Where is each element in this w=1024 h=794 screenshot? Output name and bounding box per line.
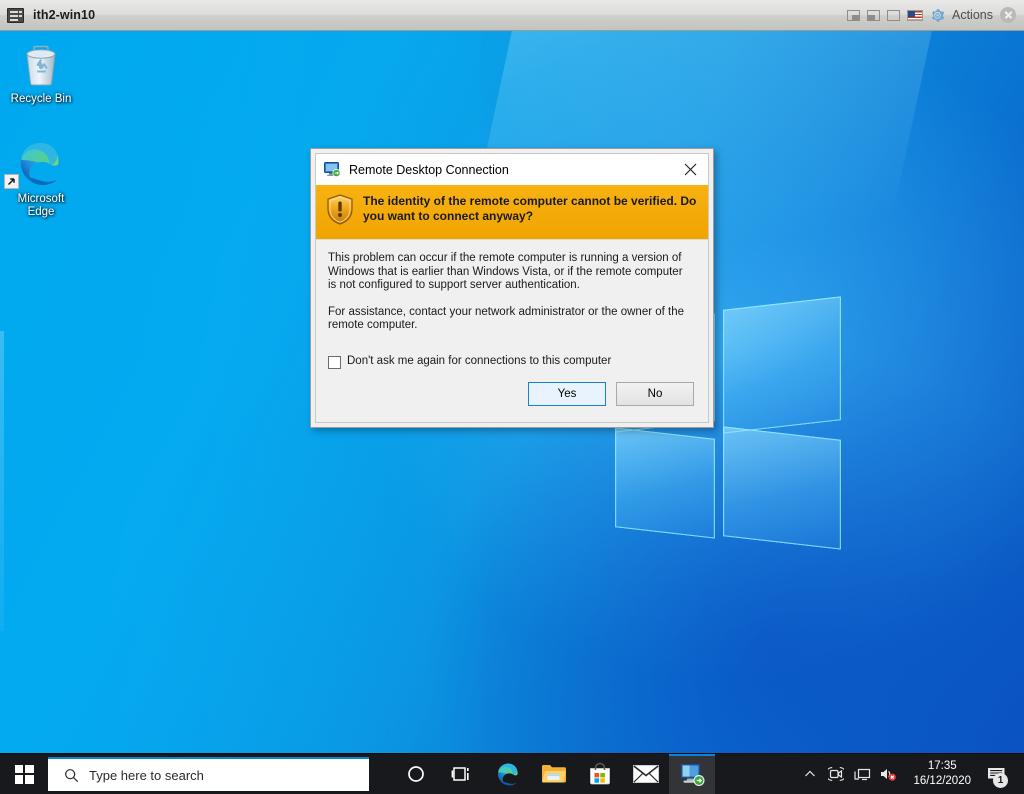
taskbar-button-task-view[interactable] xyxy=(439,754,485,794)
terminal-monitor-icon xyxy=(7,7,24,23)
file-explorer-icon xyxy=(542,765,566,783)
dialog-paragraph-1: This problem can occur if the remote com… xyxy=(328,252,683,291)
taskbar: Type here to search 17:35 16/12/2020 1 xyxy=(0,753,1024,794)
remote-desktop-connection-dialog: Remote Desktop Connection The identity o… xyxy=(310,148,714,428)
remote-desktop-icon xyxy=(324,162,341,177)
taskbar-button-mail[interactable] xyxy=(623,754,669,794)
remote-desktop-icon xyxy=(680,763,704,786)
network-monitor-icon[interactable] xyxy=(849,754,875,794)
chevron-up-icon[interactable] xyxy=(797,754,823,794)
dont-ask-again-checkbox[interactable] xyxy=(328,355,341,369)
dialog-paragraph-2: For assistance, contact your network adm… xyxy=(328,305,685,332)
desktop-icon-label: Recycle Bin xyxy=(10,93,72,105)
microsoft-store-icon xyxy=(590,762,610,785)
recycle-bin-icon xyxy=(2,39,80,89)
close-icon[interactable] xyxy=(1000,7,1016,23)
taskbar-button-microsoft-edge[interactable] xyxy=(485,754,531,794)
clock-date: 16/12/2020 xyxy=(913,775,971,787)
system-tray: 17:35 16/12/2020 1 xyxy=(797,754,1024,794)
desktop-icon-recycle-bin[interactable]: Recycle Bin xyxy=(2,39,80,106)
dont-ask-again-checkbox-row[interactable]: Don't ask me again for connections to th… xyxy=(328,355,694,369)
desktop-icon-label: Microsoft Edge xyxy=(2,193,80,219)
show-desktop-button[interactable] xyxy=(1011,754,1020,794)
dialog-button-row: Yes No xyxy=(528,382,694,406)
vm-titlebar-left: ith2-win10 xyxy=(0,7,96,23)
dialog-title-bar: Remote Desktop Connection xyxy=(316,154,708,185)
notification-count-badge: 1 xyxy=(993,772,1008,788)
vm-titlebar: ith2-win10 Actions xyxy=(0,0,1024,31)
vm-titlebar-right: Actions xyxy=(847,7,1024,23)
close-icon[interactable] xyxy=(674,155,706,184)
desktop-icon-label-line2: Edge xyxy=(27,206,55,218)
camera-icon[interactable] xyxy=(823,754,849,794)
desktop-icon-microsoft-edge[interactable]: Microsoft Edge xyxy=(2,139,80,219)
shortcut-arrow-icon xyxy=(4,174,19,189)
warning-banner: The identity of the remote computer cann… xyxy=(316,185,708,239)
search-input[interactable]: Type here to search xyxy=(48,757,369,791)
warning-shield-icon xyxy=(326,194,354,230)
taskbar-button-cortana[interactable] xyxy=(393,754,439,794)
taskbar-button-microsoft-store[interactable] xyxy=(577,754,623,794)
no-button[interactable]: No xyxy=(616,382,694,406)
restore-icon[interactable] xyxy=(867,9,880,21)
gear-icon[interactable] xyxy=(930,8,945,23)
task-view-icon xyxy=(451,767,469,781)
taskbar-button-remote-desktop-connection[interactable] xyxy=(669,753,715,794)
actions-menu-label[interactable]: Actions xyxy=(952,8,993,22)
us-flag-icon[interactable] xyxy=(907,9,923,21)
taskbar-clock[interactable]: 17:35 16/12/2020 xyxy=(901,754,981,794)
windows-logo-icon xyxy=(14,764,34,784)
action-center-button[interactable]: 1 xyxy=(981,754,1011,794)
minimize-icon[interactable] xyxy=(847,9,860,21)
microsoft-edge-icon xyxy=(2,139,80,189)
desktop-icon-label-line1: Microsoft xyxy=(17,193,65,205)
guest-screen: Recycle Bin Microsoft Edge Remote Deskto… xyxy=(0,31,1024,794)
virtual-machine-window: ith2-win10 Actions Recycle Bin Microsoft… xyxy=(0,0,1024,794)
microsoft-edge-icon xyxy=(497,763,518,785)
mail-icon xyxy=(633,765,659,783)
dialog-title: Remote Desktop Connection xyxy=(349,162,509,177)
dont-ask-again-label: Don't ask me again for connections to th… xyxy=(347,354,612,367)
yes-button[interactable]: Yes xyxy=(528,382,606,406)
start-button[interactable] xyxy=(0,754,48,794)
clock-time: 17:35 xyxy=(927,760,957,772)
maximize-icon[interactable] xyxy=(887,9,900,21)
search-placeholder: Type here to search xyxy=(89,767,204,783)
warning-banner-text: The identity of the remote computer cann… xyxy=(363,194,697,223)
cortana-circle-icon xyxy=(408,766,424,782)
search-icon xyxy=(65,768,79,782)
dialog-inner-frame: Remote Desktop Connection The identity o… xyxy=(315,153,709,423)
speaker-muted-icon[interactable] xyxy=(875,754,901,794)
dialog-body: This problem can occur if the remote com… xyxy=(316,239,708,422)
taskbar-app-buttons xyxy=(393,753,715,794)
wallpaper-edge-strip xyxy=(0,331,4,631)
vm-window-title: ith2-win10 xyxy=(33,8,96,22)
taskbar-button-file-explorer[interactable] xyxy=(531,754,577,794)
